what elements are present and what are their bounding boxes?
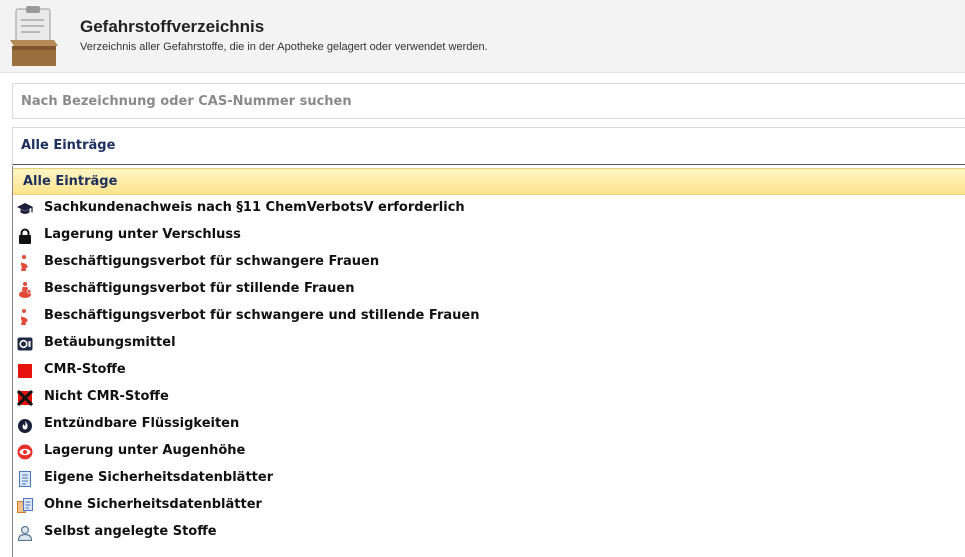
option-sachkundenachweis[interactable]: Sachkundenachweis nach §11 ChemVerbotsV … — [13, 195, 965, 222]
option-label: Entzündbare Flüssigkeiten — [44, 416, 240, 431]
option-lagerung-verschluss[interactable]: Lagerung unter Verschluss — [13, 222, 965, 249]
document-icon — [19, 471, 31, 487]
option-augenhoehe[interactable]: Lagerung unter Augenhöhe — [13, 438, 965, 465]
option-label: Nicht CMR-Stoffe — [44, 389, 169, 404]
padlock-icon — [19, 228, 31, 244]
option-schwangere[interactable]: Beschäftigungsverbot für schwangere Frau… — [13, 249, 965, 276]
option-label: Beschäftigungsverbot für schwangere und … — [44, 308, 480, 323]
search-input[interactable] — [13, 84, 965, 118]
option-label: Selbst angelegte Stoffe — [44, 524, 217, 539]
option-label: Betäubungsmittel — [44, 335, 176, 350]
filter-select[interactable]: Alle Einträge — [12, 127, 965, 165]
pregnant-woman-icon — [21, 255, 28, 271]
search-box[interactable] — [12, 83, 965, 119]
option-eigene-sdb[interactable]: Eigene Sicherheitsdatenblätter — [13, 465, 965, 492]
eye-icon — [17, 444, 33, 460]
option-label: CMR-Stoffe — [44, 362, 126, 377]
option-selbst-angelegt[interactable]: Selbst angelegte Stoffe — [13, 519, 965, 546]
option-cmr-stoffe[interactable]: CMR-Stoffe — [13, 357, 965, 384]
narcotics-safe-icon — [17, 337, 33, 351]
filter-select-value: Alle Einträge — [21, 138, 116, 153]
page-title: Gefahrstoffverzeichnis — [80, 17, 265, 36]
option-betaeubungsmittel[interactable]: Betäubungsmittel — [13, 330, 965, 357]
nursing-woman-icon — [19, 282, 32, 298]
page-subtitle: Verzeichnis aller Gefahrstoffe, die in d… — [80, 41, 488, 53]
page-header: Gefahrstoffverzeichnis Verzeichnis aller… — [0, 0, 965, 73]
flame-icon — [18, 419, 32, 433]
filter-dropdown-list: Alle Einträge Sachkundenachweis nach §11… — [12, 166, 965, 557]
option-ohne-sdb[interactable]: Ohne Sicherheitsdatenblätter — [13, 492, 965, 519]
option-alle-eintraege[interactable]: Alle Einträge — [13, 168, 965, 195]
pregnant-woman-icon — [21, 309, 28, 325]
crossed-red-square-icon — [17, 390, 33, 406]
option-label: Alle Einträge — [23, 174, 118, 189]
documents-missing-icon — [17, 498, 33, 513]
graduation-cap-icon — [17, 203, 33, 214]
option-stillende[interactable]: Beschäftigungsverbot für stillende Fraue… — [13, 276, 965, 303]
option-label: Sachkundenachweis nach §11 ChemVerbotsV … — [44, 200, 465, 215]
user-icon — [17, 525, 33, 541]
option-label: Lagerung unter Augenhöhe — [44, 443, 246, 458]
option-label: Lagerung unter Verschluss — [44, 227, 241, 242]
option-schwangere-stillende[interactable]: Beschäftigungsverbot für schwangere und … — [13, 303, 965, 330]
option-nicht-cmr-stoffe[interactable]: Nicht CMR-Stoffe — [13, 384, 965, 411]
option-label: Beschäftigungsverbot für stillende Fraue… — [44, 281, 355, 296]
option-label: Beschäftigungsverbot für schwangere Frau… — [44, 254, 380, 269]
option-label: Eigene Sicherheitsdatenblätter — [44, 470, 274, 485]
clipboard-box-icon — [10, 6, 58, 66]
option-entzuendbar[interactable]: Entzündbare Flüssigkeiten — [13, 411, 965, 438]
option-label: Ohne Sicherheitsdatenblätter — [44, 497, 262, 512]
red-square-icon — [18, 364, 32, 378]
